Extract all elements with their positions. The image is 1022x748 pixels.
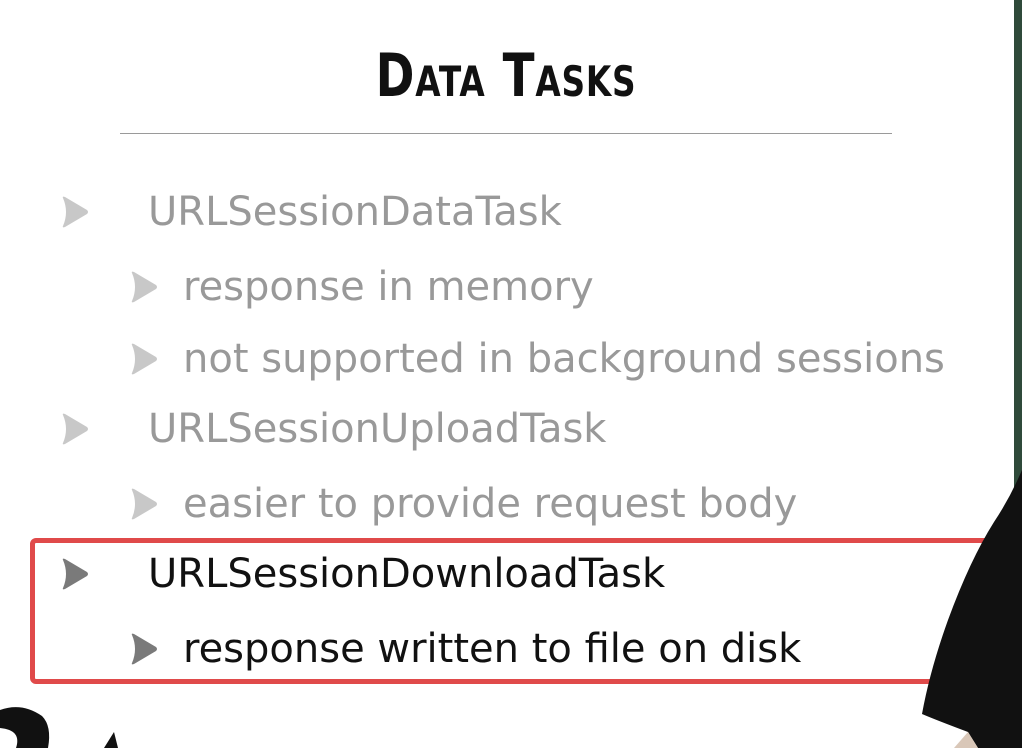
list-item-label: URLSessionUploadTask	[148, 406, 607, 452]
corner-graphic	[0, 707, 118, 748]
highlight-box	[30, 538, 1022, 684]
list-item: response in memory	[131, 262, 594, 312]
triangle-bullet-icon	[129, 269, 159, 305]
triangle-bullet-icon	[60, 411, 90, 447]
list-item-label: URLSessionDataTask	[148, 189, 562, 235]
list-item-label: easier to provide request body	[183, 481, 798, 527]
triangle-bullet-icon	[129, 486, 159, 522]
list-item: URLSessionUploadTask	[62, 404, 607, 454]
list-item-label: not supported in background sessions	[183, 336, 945, 382]
list-item-label: response in memory	[183, 264, 594, 310]
triangle-bullet-icon	[129, 341, 159, 377]
title-divider	[120, 133, 892, 134]
triangle-bullet-icon	[60, 194, 90, 230]
list-item: not supported in background sessions	[131, 334, 945, 384]
list-item: easier to provide request body	[131, 479, 798, 529]
presenter-silhouette	[922, 470, 1022, 748]
slide-title: Data Tasks	[375, 41, 637, 111]
list-item: URLSessionDataTask	[62, 187, 562, 237]
